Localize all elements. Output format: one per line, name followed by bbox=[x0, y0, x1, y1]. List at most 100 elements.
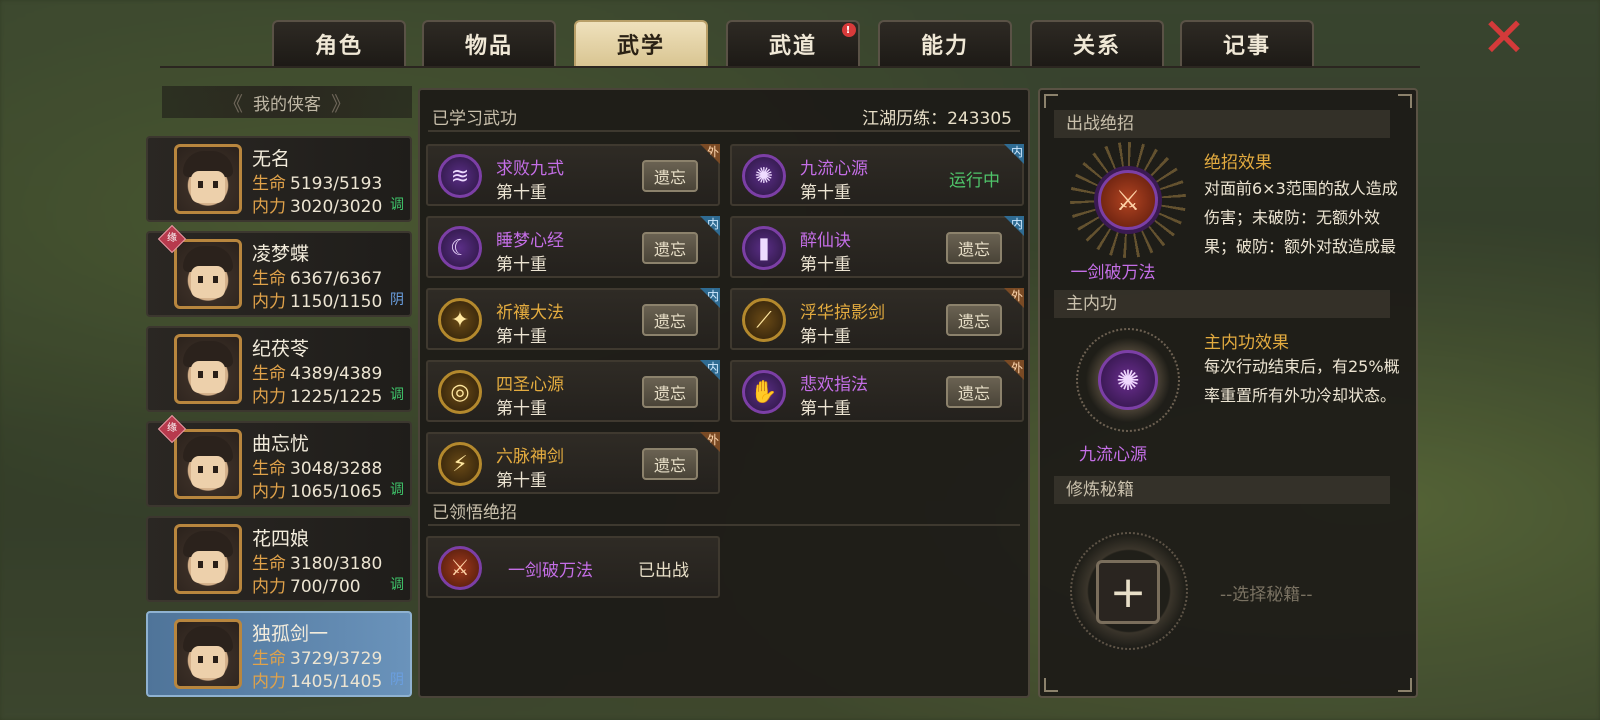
portrait-face bbox=[191, 361, 225, 393]
skill-name: 睡梦心经 bbox=[496, 231, 564, 251]
battle-ultimate-header: 出战绝招 bbox=[1054, 110, 1390, 138]
portrait-face bbox=[191, 266, 225, 298]
ultimates-title: 已领悟绝招 bbox=[432, 503, 517, 523]
portrait-eye bbox=[213, 466, 218, 473]
tab-martial-arts[interactable]: 武学 bbox=[574, 20, 708, 66]
inner-effect-text: 每次行动结束后，有25%概率重置所有外功冷却状态。 bbox=[1204, 357, 1400, 405]
manual-header: 修炼秘籍 bbox=[1054, 476, 1390, 504]
heroes-header-label: 我的侠客 bbox=[253, 94, 321, 115]
forget-button[interactable]: 遗忘 bbox=[946, 232, 1002, 264]
skill-card[interactable]: ⟋ 浮华掠影剑 第十重 遗忘 外 bbox=[730, 288, 1024, 350]
portrait-eye bbox=[213, 181, 218, 188]
portrait-eye bbox=[213, 656, 218, 663]
hero-status-tag: 调 bbox=[390, 387, 404, 403]
hero-name: 花四娘 bbox=[252, 528, 310, 550]
tab-martial-way[interactable]: 武道! bbox=[726, 20, 860, 66]
forget-button[interactable]: 遗忘 bbox=[642, 448, 698, 480]
skill-level: 第十重 bbox=[496, 399, 547, 419]
forget-button[interactable]: 遗忘 bbox=[642, 304, 698, 336]
ultimate-card[interactable]: ⚔ 一剑破万法 已出战 bbox=[426, 536, 720, 598]
tab-role[interactable]: 角色 bbox=[272, 20, 406, 66]
skill-card[interactable]: ✦ 祈禳大法 第十重 遗忘 内 bbox=[426, 288, 720, 350]
skill-type-badge: 内 bbox=[700, 360, 720, 380]
forget-button[interactable]: 遗忘 bbox=[642, 232, 698, 264]
battle-ultimate-name: 一剑破万法 bbox=[1070, 263, 1156, 283]
skill-name: 祈禳大法 bbox=[496, 303, 564, 323]
skill-type-badge: 内 bbox=[700, 288, 720, 308]
hero-card[interactable]: 花四娘 生命 3180/3180 内力 700/700 调 bbox=[146, 516, 412, 602]
skill-name: 求败九式 bbox=[496, 159, 564, 179]
forget-button[interactable]: 遗忘 bbox=[642, 376, 698, 408]
hero-portrait bbox=[174, 144, 242, 214]
tab-abilities[interactable]: 能力 bbox=[878, 20, 1012, 66]
skill-level: 第十重 bbox=[800, 327, 851, 347]
jianghu-experience: 江湖历练：243305 bbox=[862, 109, 1012, 129]
skill-type-badge: 外 bbox=[700, 144, 720, 164]
portrait-eye bbox=[198, 181, 203, 188]
hero-card[interactable]: 独孤剑一 生命 3729/3729 内力 1405/1405 阴 bbox=[146, 611, 412, 697]
hero-mp: 内力 1065/1065 bbox=[252, 482, 383, 502]
divider bbox=[428, 130, 1020, 132]
skill-card[interactable]: ◎ 四圣心源 第十重 遗忘 内 bbox=[426, 360, 720, 422]
skill-name: 悲欢指法 bbox=[800, 375, 868, 395]
hero-portrait bbox=[174, 619, 242, 689]
skill-card[interactable]: ✋ 悲欢指法 第十重 遗忘 外 bbox=[730, 360, 1024, 422]
skill-level: 第十重 bbox=[800, 255, 851, 275]
skill-level: 第十重 bbox=[496, 255, 547, 275]
skill-icon: ✺ bbox=[742, 154, 786, 198]
hero-card[interactable]: 缘 凌梦蝶 生命 6367/6367 内力 1150/1150 阴 bbox=[146, 224, 412, 317]
tab-divider bbox=[160, 66, 1420, 68]
skill-card[interactable]: ✺ 九流心源 第十重 运行中 内 bbox=[730, 144, 1024, 206]
forget-button[interactable]: 遗忘 bbox=[946, 304, 1002, 336]
skill-icon: ✋ bbox=[742, 370, 786, 414]
portrait-eye bbox=[198, 276, 203, 283]
hero-card[interactable]: 纪茯苓 生命 4389/4389 内力 1225/1225 调 bbox=[146, 326, 412, 412]
hero-hp: 生命 3180/3180 bbox=[252, 554, 383, 574]
add-manual-button[interactable]: + bbox=[1096, 560, 1160, 624]
forget-button[interactable]: 遗忘 bbox=[642, 160, 698, 192]
ultimate-effect-title: 绝招效果 bbox=[1204, 153, 1272, 173]
skill-card[interactable]: ❚ 醉仙诀 第十重 遗忘 内 bbox=[730, 216, 1024, 278]
chevron-right-icon[interactable]: 》 bbox=[331, 88, 351, 117]
hero-name: 曲忘忧 bbox=[252, 433, 310, 455]
main-inner-slot[interactable]: ✺ bbox=[1070, 322, 1186, 438]
select-manual-hint[interactable]: --选择秘籍-- bbox=[1220, 580, 1313, 605]
skill-card[interactable]: ≋ 求败九式 第十重 遗忘 外 bbox=[426, 144, 720, 206]
hero-portrait bbox=[174, 239, 242, 309]
hero-hp: 生命 6367/6367 bbox=[252, 269, 383, 289]
chevron-left-icon[interactable]: 《 bbox=[223, 88, 243, 117]
forget-button[interactable]: 遗忘 bbox=[946, 376, 1002, 408]
ultimate-effect-text: 对面前6×3范围的敌人造成伤害；未破防：无额外效果；破防：额外对敌造成最 bbox=[1204, 179, 1398, 256]
hero-card[interactable]: 无名 生命 5193/5193 内力 3020/3020 调 bbox=[146, 136, 412, 222]
skill-icon: ⟋ bbox=[742, 298, 786, 342]
skill-card[interactable]: ⚡ 六脉神剑 第十重 遗忘 外 bbox=[426, 432, 720, 494]
skill-level: 第十重 bbox=[496, 471, 547, 491]
close-icon[interactable]: ✕ bbox=[1478, 11, 1530, 65]
notification-dot-icon: ! bbox=[842, 23, 856, 37]
divider bbox=[428, 524, 1020, 526]
skill-card[interactable]: ☾ 睡梦心经 第十重 遗忘 内 bbox=[426, 216, 720, 278]
skill-icon: ◎ bbox=[438, 370, 482, 414]
skill-name: 六脉神剑 bbox=[496, 447, 564, 467]
learned-skills-panel: 已学习武功 江湖历练：243305 ≋ 求败九式 第十重 遗忘 外 ✺ 九流心源… bbox=[418, 88, 1030, 698]
tab-items[interactable]: 物品 bbox=[422, 20, 556, 66]
hero-mp: 内力 3020/3020 bbox=[252, 197, 383, 217]
skill-icon: ✦ bbox=[438, 298, 482, 342]
skill-icon: ⚡ bbox=[438, 442, 482, 486]
tab-journal[interactable]: 记事 bbox=[1180, 20, 1314, 66]
skill-level: 第十重 bbox=[496, 327, 547, 347]
hero-status-tag: 调 bbox=[390, 482, 404, 498]
skill-type-badge: 外 bbox=[1004, 360, 1024, 380]
hero-hp: 生命 3729/3729 bbox=[252, 649, 383, 669]
learned-skills-title: 已学习武功 bbox=[432, 109, 517, 129]
battle-ultimate-slot[interactable]: ⚔ bbox=[1070, 142, 1186, 258]
tab-relations[interactable]: 关系 bbox=[1030, 20, 1164, 66]
portrait-eye bbox=[213, 371, 218, 378]
hero-portrait bbox=[174, 429, 242, 499]
hero-mp: 内力 1405/1405 bbox=[252, 672, 383, 692]
hero-card[interactable]: 缘 曲忘忧 生命 3048/3288 内力 1065/1065 调 bbox=[146, 414, 412, 507]
hero-portrait bbox=[174, 524, 242, 594]
skill-type-badge: 内 bbox=[700, 216, 720, 236]
hero-name: 无名 bbox=[252, 148, 291, 170]
hero-mp: 内力 1150/1150 bbox=[252, 292, 383, 312]
